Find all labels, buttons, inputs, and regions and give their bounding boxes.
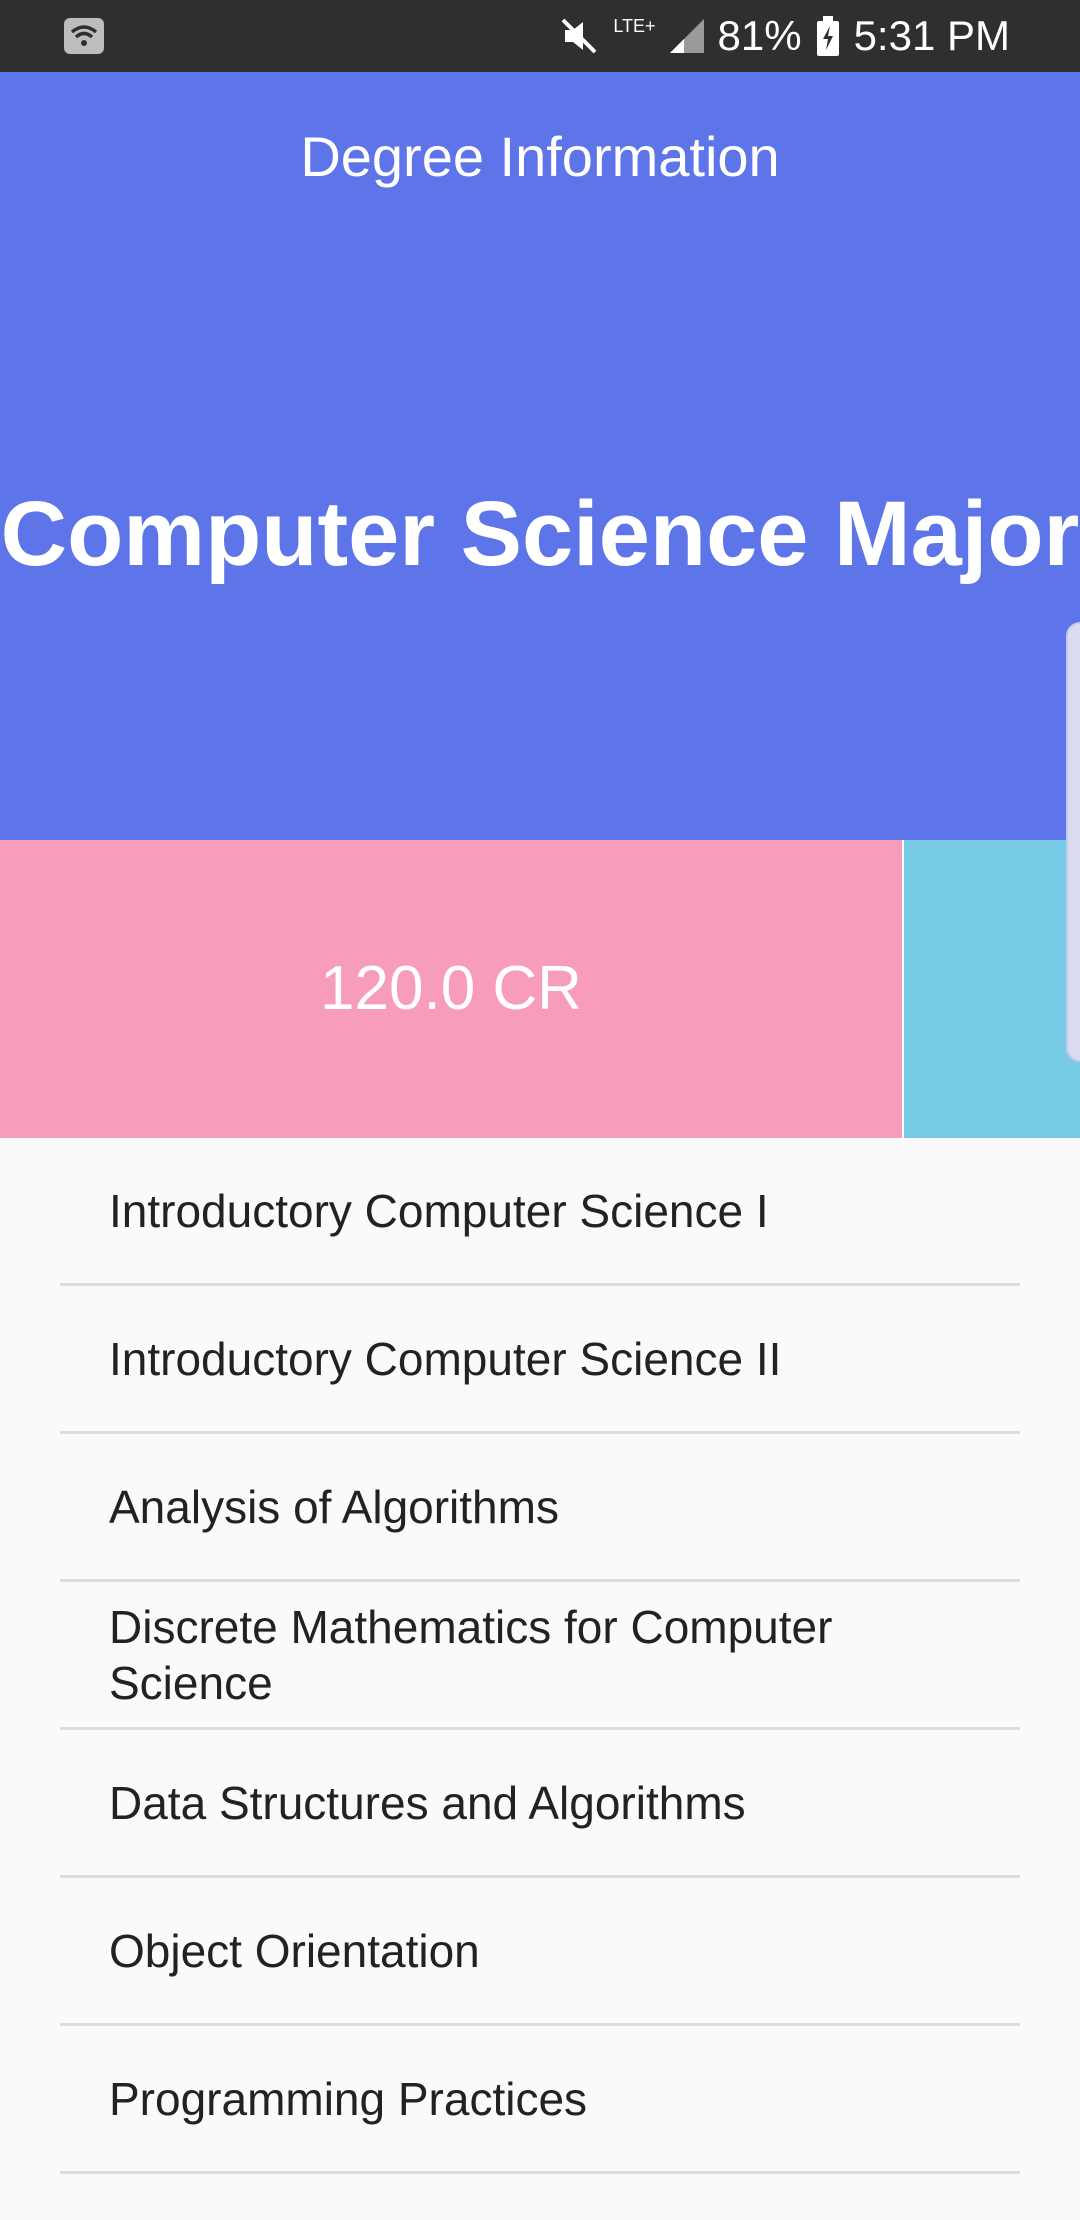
course-item[interactable]: Programming Practices bbox=[60, 2026, 1020, 2174]
next-card[interactable] bbox=[904, 840, 1080, 1138]
side-panel-handle[interactable] bbox=[1066, 622, 1080, 1062]
course-item[interactable]: Discrete Mathematics for Computer Scienc… bbox=[60, 1582, 1020, 1730]
status-bar: LTE+ 81% 5:31 PM bbox=[0, 0, 1080, 72]
credits-card[interactable]: 120.0 CR bbox=[0, 840, 902, 1138]
battery-percent: 81% bbox=[717, 12, 802, 59]
course-item[interactable]: Introductory Computer Science II bbox=[60, 1286, 1020, 1434]
course-item[interactable]: Introductory Computer Science I bbox=[60, 1138, 1020, 1286]
course-item[interactable]: Data Structures and Algorithms bbox=[60, 1730, 1020, 1878]
degree-header: Degree Information Computer Science Majo… bbox=[0, 72, 1080, 840]
signal-icon bbox=[669, 19, 704, 53]
course-item[interactable]: Object Orientation bbox=[60, 1878, 1020, 2026]
clock: 5:31 PM bbox=[853, 12, 1010, 59]
battery-charging-icon bbox=[816, 16, 839, 56]
major-title: Computer Science Major bbox=[0, 483, 1080, 585]
status-icons: LTE+ 81% 5:31 PM bbox=[559, 0, 1010, 72]
network-type: LTE+ bbox=[613, 16, 656, 36]
page-title: Degree Information bbox=[300, 125, 780, 188]
credits-label: 120.0 CR bbox=[320, 954, 582, 1023]
course-item[interactable]: Analysis of Algorithms bbox=[60, 1434, 1020, 1582]
course-list: Introductory Computer Science I Introduc… bbox=[60, 1138, 1020, 2174]
mute-icon bbox=[561, 18, 597, 54]
wifi-icon bbox=[64, 18, 104, 54]
